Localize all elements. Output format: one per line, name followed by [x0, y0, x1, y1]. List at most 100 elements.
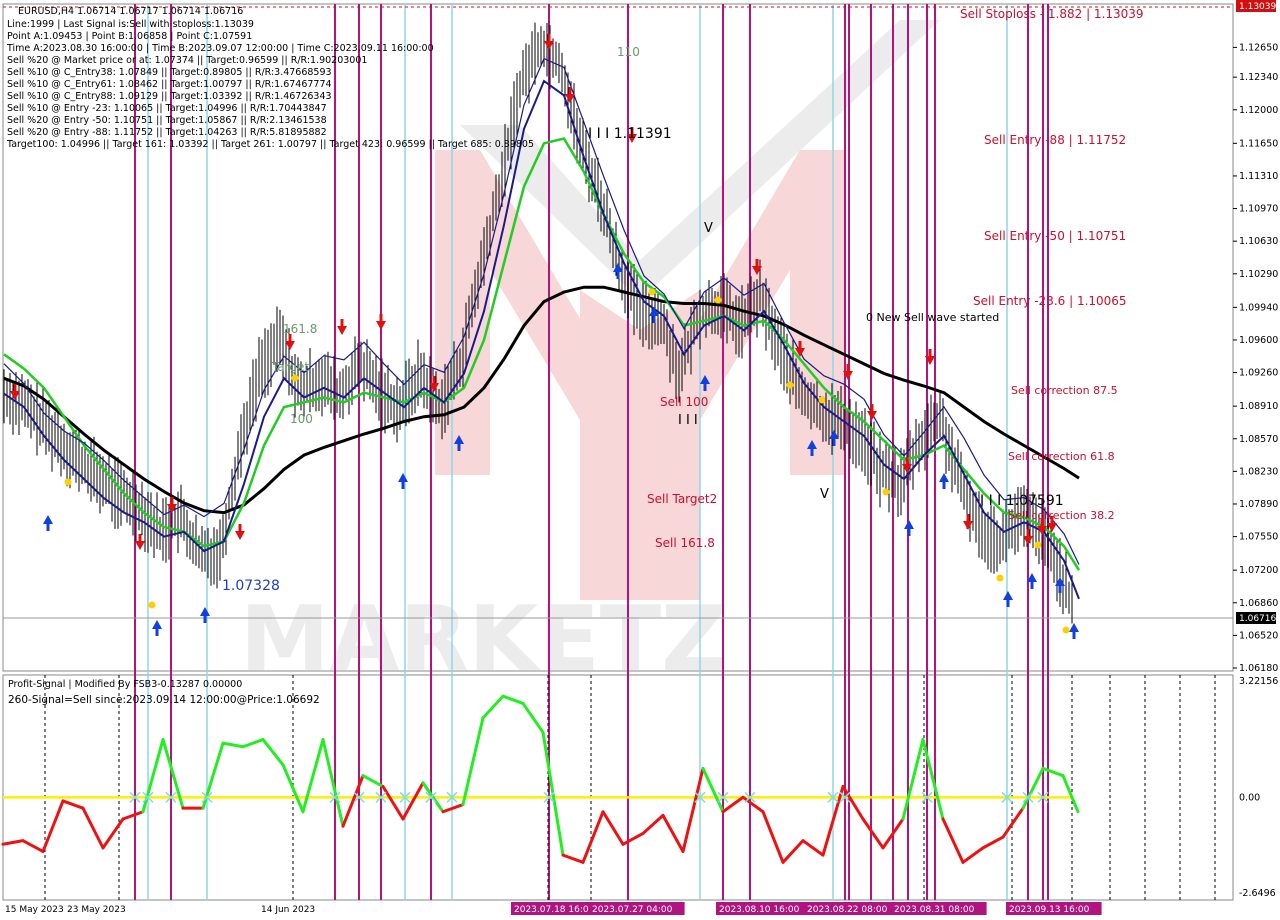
info-line-2: Time A:2023.08.30 16:00:00 | Time B:2023…	[6, 43, 434, 54]
buy-arrow-shaft	[1030, 581, 1034, 589]
info-line-6: Sell %10 @ C_Entry88: 1.09129 || Target:…	[7, 91, 332, 102]
ann-target-left: Target	[271, 360, 309, 374]
svg-text:MARKETZ: MARKETZ	[240, 587, 726, 692]
price-tick-label: 1.12340	[1239, 72, 1278, 83]
ann-110: 110	[617, 45, 640, 59]
buy-arrow-shaft	[810, 448, 814, 456]
date-label: 2023.08.31 08:00	[894, 905, 975, 915]
price-tick-label: 1.11310	[1239, 171, 1278, 182]
buy-arrow-shaft	[942, 481, 946, 489]
indicator-tick-label: 3.22156	[1239, 676, 1278, 687]
sell-arrow-shaft	[13, 384, 17, 392]
ann-point-c-price: I I I 1.07591	[980, 493, 1064, 509]
yellow-signal-marker	[1034, 541, 1042, 549]
sell-arrow-shaft	[905, 457, 909, 465]
info-line-0: Line:1999 | Last Signal is:Sell with sto…	[7, 19, 254, 30]
buy-arrow-shaft	[652, 315, 656, 323]
ann-low-price: 1.07328	[222, 578, 280, 594]
price-tick-label: 1.06520	[1239, 630, 1278, 641]
info-line-1: Point A:1.09453 | Point B:1.06858 | Poin…	[7, 31, 252, 42]
ann-new-sell-wave: 0 New Sell wave started	[866, 311, 999, 324]
price-tick-label: 1.08570	[1239, 434, 1278, 445]
ann-sell-correction-875: Sell correction 87.5	[1011, 384, 1118, 397]
date-label: 2023.07.18 16:00	[514, 905, 595, 915]
price-tick-label: 1.09600	[1239, 335, 1278, 346]
info-line-5: Sell %10 @ C_Entry61: 1.08462 || Target:…	[7, 79, 332, 90]
price-axis: 1.12650 1.12340 1.12000 1.11650 1.11310 1.109…	[1232, 4, 1278, 674]
indicator-tick-label: -2.6496	[1239, 888, 1276, 899]
ann-v-top: V	[704, 221, 713, 236]
yellow-signal-marker	[882, 488, 890, 496]
yellow-signal-marker	[786, 381, 794, 389]
ann-sell-entry-50: Sell Entry -50 | 1.10751	[984, 229, 1126, 243]
info-line-4: Sell %10 @ C_Entry38: 1.07849 || Target:…	[7, 67, 332, 78]
price-tick-label: 1.12000	[1239, 105, 1278, 116]
info-line-10: Target100: 1.04996 || Target 161: 1.0339…	[6, 139, 534, 150]
sell-arrow-shaft	[966, 514, 970, 522]
ann-point-a-price: I I I 1.11391	[588, 126, 672, 142]
price-tick-label: 1.07200	[1239, 565, 1278, 576]
ann-sell-stoploss: Sell Stoploss - 1.882 | 1.13039	[960, 7, 1144, 21]
date-label: 2023.08.10 16:00	[719, 905, 800, 915]
price-tick-label: 1.12650	[1239, 42, 1278, 53]
current-price-label: 1.06716	[1239, 614, 1276, 624]
sell-arrow-shaft	[138, 534, 142, 542]
buy-arrow-shaft	[401, 481, 405, 489]
buy-arrow-shaft	[907, 528, 911, 536]
info-line-3: Sell %20 @ Market price or at: 1.07374 |…	[7, 55, 367, 66]
price-tick-label: 1.06860	[1239, 598, 1278, 609]
ann-sell-1618: Sell 161.8	[655, 536, 715, 550]
ann-iii-mid: I I I	[678, 413, 698, 428]
sell-arrow-shaft	[238, 524, 242, 532]
price-tick-label: 1.09260	[1239, 368, 1278, 379]
chart-root: MARKETZ EURUSD,H4 1.06714 1.06717 1.0671…	[0, 0, 1280, 920]
symbol-line: EURUSD,H4 1.06714 1.06717 1.06714 1.0671…	[18, 6, 243, 17]
sell-arrow-shaft	[928, 349, 932, 357]
buy-arrow-shaft	[832, 438, 836, 446]
date-label: 2023.08.22 08:00	[807, 905, 888, 915]
yellow-signal-marker	[818, 396, 826, 404]
ann-sell-target2: Sell Target2	[647, 492, 717, 506]
sell-arrow-shaft	[870, 404, 874, 412]
price-tick-label: 1.08230	[1239, 466, 1278, 477]
info-line-7: Sell %10 @ Entry -23: 1.10065 || Target:…	[7, 103, 327, 114]
buy-arrow-shaft	[1072, 631, 1076, 639]
price-tick-label: 1.07890	[1239, 499, 1278, 510]
sell-arrow-shaft	[340, 319, 344, 327]
date-label: 2023.07.27 04:00	[592, 905, 673, 915]
buy-arrow-shaft	[46, 523, 50, 531]
sell-arrow-shaft	[379, 314, 383, 322]
sell-arrow-shaft	[846, 364, 850, 372]
price-tick-label: 1.10290	[1239, 269, 1278, 280]
price-tick-label: 1.11650	[1239, 138, 1278, 149]
ann-sell-entry-23: Sell Entry -23.6 | 1.10065	[973, 294, 1127, 308]
sell-arrow-shaft	[170, 497, 174, 505]
ann-100-left: 100	[290, 412, 313, 426]
info-line-8: Sell %20 @ Entry -50: 1.10751 || Target:…	[7, 115, 327, 126]
buy-arrow-shaft	[1006, 599, 1010, 607]
yellow-signal-marker	[64, 478, 72, 486]
buy-arrow-shaft	[703, 383, 707, 391]
chart-svg: MARKETZ EURUSD,H4 1.06714 1.06717 1.0671…	[0, 0, 1280, 920]
yellow-signal-marker	[714, 296, 722, 304]
price-tick-label: 1.10630	[1239, 236, 1278, 247]
sell-arrow-shaft	[1026, 529, 1030, 537]
buy-arrow-shaft	[203, 615, 207, 623]
date-label: 23 May 2023	[67, 905, 126, 915]
buy-arrow-shaft	[457, 443, 461, 451]
sell-arrow-shaft	[755, 259, 759, 267]
date-label: 2023.09.13 16:00	[1009, 905, 1090, 915]
price-tick-label: 1.08910	[1239, 401, 1278, 412]
yellow-signal-marker	[291, 374, 299, 382]
price-tick-label: 1.06180	[1239, 663, 1278, 674]
info-line-9: Sell %20 @ Entry -88: 1.11752 || Target:…	[7, 127, 327, 138]
date-label: 14 Jun 2023	[261, 905, 315, 915]
ann-sell-correction-618: Sell correction 61.8	[1008, 450, 1115, 463]
ann-sell-entry-88: Sell Entry -88 | 1.11752	[984, 133, 1126, 147]
ann-1618-left: 161.8	[283, 322, 317, 336]
ann-v-low: V	[820, 487, 829, 502]
buy-arrow-shaft	[1058, 585, 1062, 593]
indicator-tick-label: 0.00	[1239, 792, 1260, 803]
sell-arrow-shaft	[798, 341, 802, 349]
ann-sell-correction-382: Sell correction 38.2	[1008, 509, 1115, 522]
